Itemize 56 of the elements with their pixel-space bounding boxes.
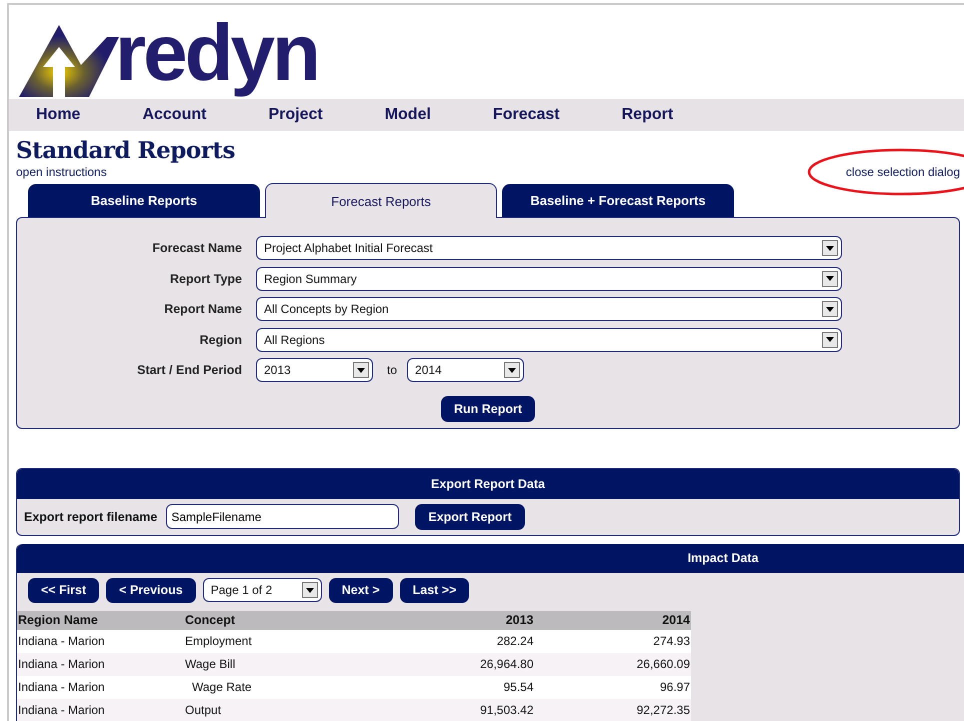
report-tab[interactable]: Baseline + Forecast Reports	[502, 184, 734, 217]
field-label: Forecast Name	[151, 241, 243, 256]
next-page-button[interactable]: Next >	[328, 578, 393, 602]
export-report-button[interactable]: Export Report	[415, 504, 525, 530]
table-cell: Wage Bill	[184, 652, 378, 676]
nav-link[interactable]: Account	[142, 106, 206, 124]
dropdown[interactable]: 2014	[407, 358, 524, 382]
column-header: Concept	[184, 610, 378, 630]
page-title: Standard Reports	[16, 137, 235, 165]
table-cell: 282.24	[378, 630, 535, 652]
logo-triangle-icon	[19, 25, 119, 97]
table-cell: 274.93	[534, 630, 691, 652]
panel-header: Export Report Data	[17, 468, 959, 498]
nav-link[interactable]: Forecast	[492, 106, 560, 124]
table-cell: Output	[184, 698, 378, 721]
field-label: Region	[198, 332, 243, 347]
nav-link[interactable]: Model	[384, 106, 431, 124]
separator-text: to	[387, 363, 398, 378]
field-label: Report Name	[163, 302, 243, 316]
column-header: 2014	[534, 610, 691, 630]
nav-link[interactable]: Home	[36, 106, 80, 124]
nav-link[interactable]: Report	[622, 106, 674, 124]
dropdown[interactable]: All Concepts by Region	[256, 297, 842, 322]
table-cell: 26,660.09	[534, 652, 691, 676]
logo-text: redyn	[115, 7, 318, 99]
dropdown[interactable]: All Regions	[256, 328, 842, 352]
instructions-link[interactable]: open instructions	[16, 165, 235, 179]
previous-page-button[interactable]: < Previous	[106, 578, 196, 602]
column-header: Region Name	[17, 610, 184, 630]
table-cell: 95.54	[378, 676, 535, 698]
report-tab[interactable]: Forecast Reports	[265, 183, 497, 218]
table-cell: 96.97	[534, 676, 691, 698]
table-cell: Indiana - Marion	[17, 652, 184, 676]
table-cell: 91,503.42	[378, 698, 535, 721]
filename-input[interactable]: SampleFilename	[166, 504, 400, 529]
table-cell: 92,272.35	[534, 698, 691, 721]
field-label: Start / End Period	[136, 363, 243, 378]
report-tab[interactable]: Baseline Reports	[28, 184, 260, 217]
field-label: Export report filename	[24, 510, 158, 524]
panel-header: Impact Data	[17, 544, 964, 572]
page-dropdown[interactable]: Page 1 of 2	[202, 578, 322, 602]
last-page-button[interactable]: Last >>	[400, 578, 470, 602]
table-cell: 26,964.80	[378, 652, 535, 676]
column-header: 2013	[378, 610, 535, 630]
table-cell: Employment	[184, 630, 378, 652]
table-cell: Indiana - Marion	[17, 698, 184, 721]
dropdown[interactable]: 2013	[256, 358, 373, 382]
table-cell: Indiana - Marion	[17, 676, 184, 698]
nav-link[interactable]: Project	[268, 106, 323, 124]
run-report-button[interactable]: Run Report	[440, 396, 536, 422]
dropdown[interactable]: Project Alphabet Initial Forecast	[256, 236, 842, 260]
table-cell: Indiana - Marion	[17, 630, 184, 652]
dropdown[interactable]: Region Summary	[256, 266, 842, 291]
first-page-button[interactable]: << First	[28, 578, 100, 602]
table-cell: Wage Rate	[184, 676, 378, 698]
field-label: Report Type	[169, 272, 243, 286]
